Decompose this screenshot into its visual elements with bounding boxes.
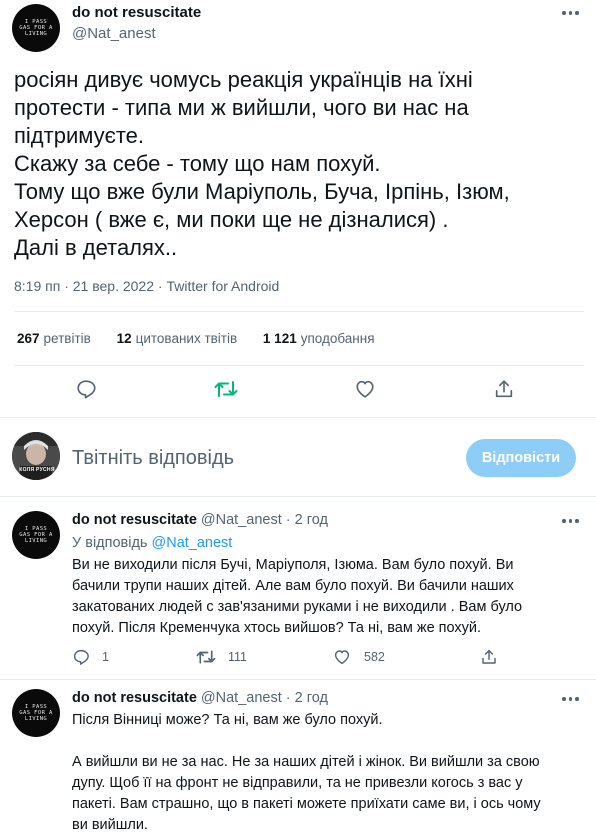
divider	[0, 417, 596, 418]
share-icon[interactable]	[493, 378, 515, 400]
reply-text-line: закатованих людей с зав'язаними руками і…	[72, 599, 523, 615]
more-options-icon[interactable]	[562, 10, 584, 16]
avatar-text: I PASS GAS FOR A LIVING	[19, 19, 53, 37]
tweet-text-line: Херсон ( вже є, ми поки ще не дізналися)…	[14, 207, 449, 232]
reply-text-line: Після Вінниці може? Та ні, вам же було п…	[72, 712, 383, 728]
meta-separator: ·	[64, 278, 69, 294]
quotes-stat[interactable]: 12 цитованих твітів	[117, 331, 238, 346]
heart-icon[interactable]	[354, 378, 376, 400]
avatar-text: I PASS GAS FOR A LIVING	[19, 704, 53, 722]
more-options-icon[interactable]	[562, 518, 584, 524]
reply-header: do not resuscitate @Nat_anest · 2 год	[72, 690, 328, 706]
reply-text: Ви не виходили після Бучі, Маріуполя, Із…	[72, 555, 582, 639]
replying-to: У відповідь @Nat_anest	[72, 535, 232, 551]
avatar-text: I PASS GAS FOR A LIVING	[19, 526, 53, 544]
reply-text-line	[72, 731, 582, 752]
tweet-text-line: Тому що вже були Маріуполь, Буча, Ірпінь…	[14, 179, 510, 204]
reply-compose-input[interactable]: Твітніть відповідь	[72, 447, 234, 470]
tweet-text-line: протести - типа ми ж вийшли, чого ви нас…	[14, 95, 469, 120]
reply-avatar[interactable]: I PASS GAS FOR A LIVING	[12, 689, 60, 737]
reply-text-line: пакеті. Вам страшно, що в пакеті можете …	[72, 796, 541, 812]
reply-header: do not resuscitate @Nat_anest · 2 год	[72, 512, 328, 528]
like-count: 582	[364, 650, 385, 664]
reply-text-line: ви вийшли.	[72, 817, 148, 833]
reply-author-handle[interactable]: @Nat_anest	[201, 690, 282, 706]
tweet-text-line: Далі в деталях..	[14, 235, 178, 260]
reply-text-line: бачили трупи наших дітей. Але вам було п…	[72, 578, 514, 594]
more-options-icon[interactable]	[562, 696, 584, 702]
divider	[0, 496, 596, 497]
tweet-source[interactable]: Twitter for Android	[166, 278, 279, 294]
tweet-text-line: Скажу за себе - тому що нам похуй.	[14, 151, 381, 176]
reply-separator: ·	[285, 512, 291, 528]
tweet-text-line: росіян дивує чомусь реакція українців на…	[14, 67, 473, 92]
author-name[interactable]: do not resuscitate	[72, 4, 201, 21]
tweet-stats: 267 ретвітів 12 цитованих твітів 1 121 упод…	[17, 331, 397, 346]
share-icon[interactable]	[480, 648, 498, 666]
tweet-text-line: підтримуєте.	[14, 123, 145, 148]
reply-button[interactable]: Відповісти	[466, 439, 576, 477]
tweet-meta: 8:19 пп · 21 вер. 2022 · Twitter for And…	[14, 278, 279, 294]
reply-text: Після Вінниці може? Та ні, вам же було п…	[72, 710, 582, 836]
reply-avatar[interactable]: I PASS GAS FOR A LIVING	[12, 511, 60, 559]
divider	[0, 679, 596, 680]
retweets-stat[interactable]: 267 ретвітів	[17, 331, 91, 346]
reply-text-line: Ви не виходили після Бучі, Маріуполя, Із…	[72, 557, 514, 573]
divider	[14, 365, 584, 366]
reply-author-handle[interactable]: @Nat_anest	[201, 512, 282, 528]
reply-text-line: похуй. Після Кременчука хтось вийшов? Та…	[72, 620, 482, 636]
meta-separator: ·	[157, 278, 163, 294]
reply-author-name[interactable]: do not resuscitate	[72, 512, 197, 528]
reply-count: 1	[102, 650, 109, 664]
replying-label: У відповідь	[72, 535, 148, 551]
tweet-time[interactable]: 8:19 пп	[14, 278, 60, 294]
reply-author-name[interactable]: do not resuscitate	[72, 690, 197, 706]
tweet-text: росіян дивує чомусь реакція українців на…	[14, 66, 584, 262]
tweet-date[interactable]: 21 вер. 2022	[73, 278, 154, 294]
author-handle[interactable]: @Nat_anest	[72, 25, 156, 42]
reply-text-line: дупу. Щоб її на фронт не відправили, та …	[72, 775, 523, 791]
reply-time[interactable]: 2 год	[295, 690, 328, 706]
avatar-caption: КОЛЯ РУСНЯ	[19, 467, 55, 473]
divider	[14, 311, 584, 312]
reply-icon[interactable]	[72, 648, 90, 666]
retweet-icon[interactable]	[196, 648, 216, 666]
reply-text-line: А вийшли ви не за нас. Не за наших дітей…	[72, 754, 540, 770]
reply-icon[interactable]	[75, 378, 97, 400]
author-avatar[interactable]: I PASS GAS FOR A LIVING	[12, 4, 60, 52]
reply-separator: ·	[285, 690, 291, 706]
likes-stat[interactable]: 1 121 уподобання	[263, 331, 375, 346]
retweet-count: 111	[228, 650, 248, 664]
replying-handle[interactable]: @Nat_anest	[152, 535, 233, 551]
retweet-icon[interactable]	[214, 378, 238, 400]
heart-icon[interactable]	[333, 648, 351, 666]
reply-time[interactable]: 2 год	[295, 512, 328, 528]
